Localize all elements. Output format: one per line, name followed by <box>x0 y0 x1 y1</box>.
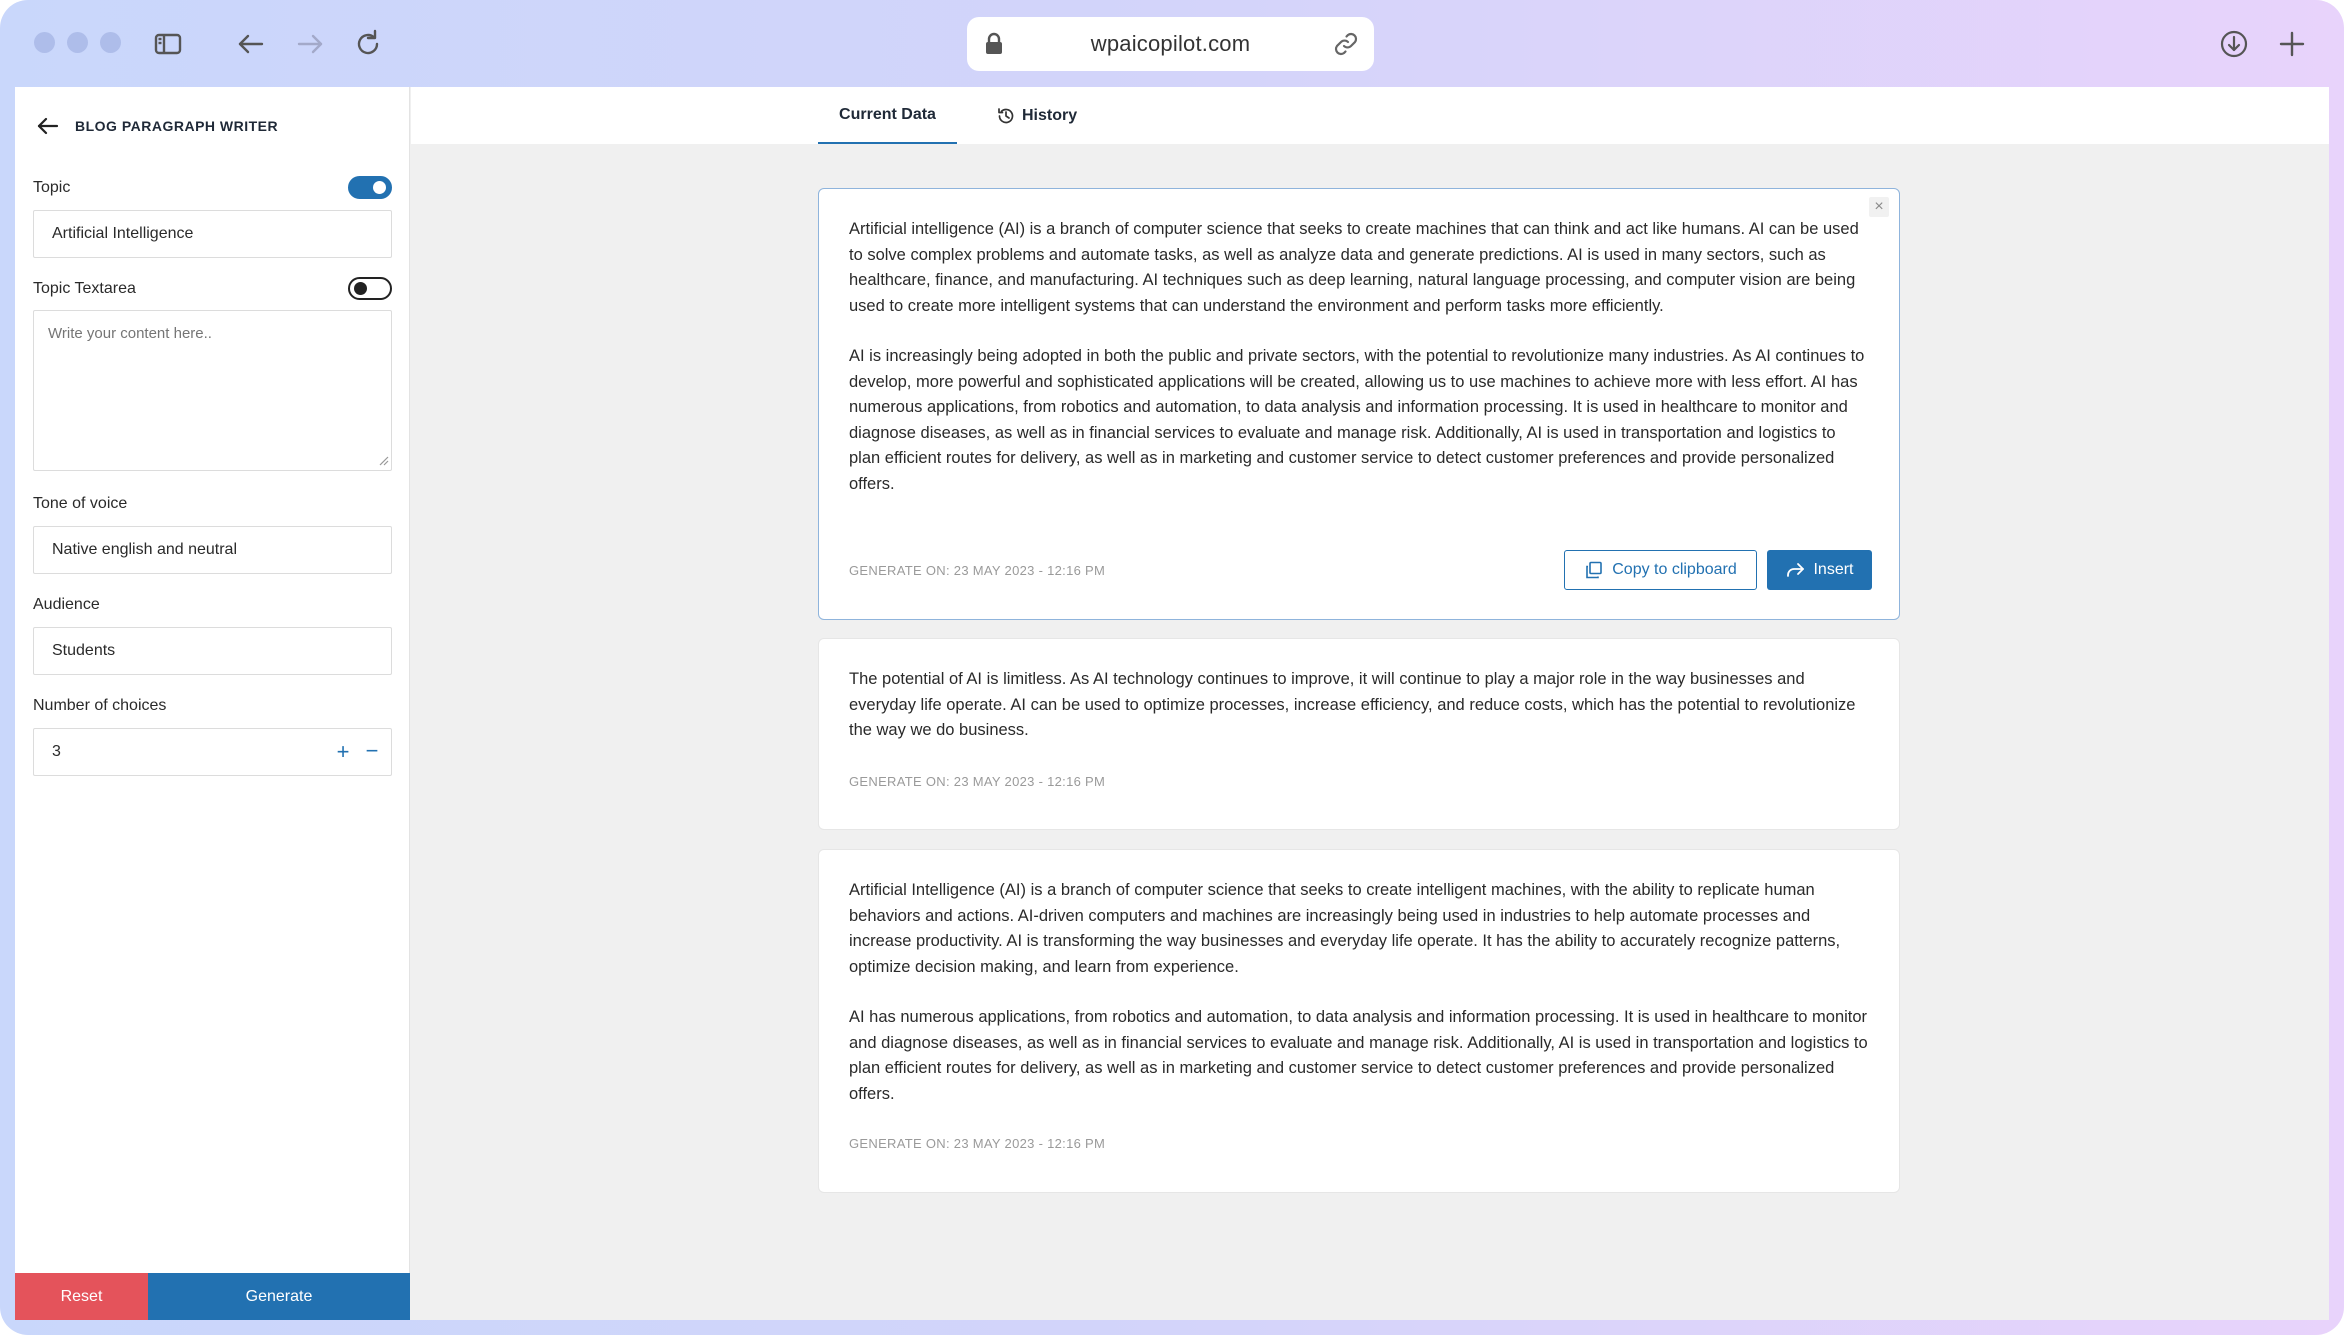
topic-label: Topic <box>33 179 71 196</box>
sidebar-icon[interactable] <box>148 24 188 64</box>
audience-input-value: Students <box>52 642 116 659</box>
tab-label: History <box>1022 106 1078 124</box>
address-bar[interactable]: wpaicopilot.com <box>967 17 1374 71</box>
toggle-knob <box>354 282 367 295</box>
topic-textarea-label: Topic Textarea <box>33 280 136 297</box>
minimize-window-button[interactable] <box>67 32 88 53</box>
decrement-button[interactable]: − <box>362 740 382 762</box>
generated-timestamp: GENERATE ON: 23 MAY 2023 - 12:16 PM <box>849 563 1106 578</box>
copy-icon <box>1586 561 1603 579</box>
tone-input-value: Native english and neutral <box>52 541 238 558</box>
generated-timestamp: GENERATE ON: 23 MAY 2023 - 12:16 PM <box>849 774 1106 789</box>
audience-input[interactable]: Students <box>33 627 392 675</box>
insert-button[interactable]: Insert <box>1767 550 1872 590</box>
result-card[interactable]: Artificial Intelligence (AI) is a branch… <box>818 849 1900 1193</box>
tab-label: Current Data <box>839 105 936 123</box>
generate-button[interactable]: Generate <box>148 1273 410 1320</box>
result-paragraph: AI is increasingly being adopted in both… <box>849 347 1865 493</box>
resize-grip-icon[interactable] <box>377 454 389 466</box>
reset-button[interactable]: Reset <box>15 1273 148 1320</box>
history-icon <box>998 107 1014 123</box>
result-paragraph: AI has numerous applications, from robot… <box>849 1008 1868 1103</box>
result-card[interactable]: × Artificial intelligence (AI) is a bran… <box>818 188 1900 620</box>
topic-textarea-toggle[interactable] <box>348 277 392 300</box>
maximize-window-button[interactable] <box>100 32 121 53</box>
forward-icon[interactable] <box>290 24 330 64</box>
window-controls <box>34 32 121 53</box>
close-icon[interactable]: × <box>1869 197 1889 217</box>
topic-input[interactable]: Artificial Intelligence <box>33 210 392 258</box>
url-text: wpaicopilot.com <box>1090 31 1251 56</box>
tone-input[interactable]: Native english and neutral <box>33 526 392 574</box>
generated-timestamp: GENERATE ON: 23 MAY 2023 - 12:16 PM <box>849 1136 1106 1151</box>
tabs-bar: Current Data History <box>411 87 2329 144</box>
topic-toggle[interactable] <box>348 176 392 199</box>
download-icon[interactable] <box>2214 24 2254 64</box>
result-card[interactable]: The potential of AI is limitless. As AI … <box>818 638 1900 830</box>
share-arrow-icon <box>1787 563 1805 577</box>
back-icon[interactable] <box>231 24 271 64</box>
tab-history[interactable]: History <box>996 87 1077 144</box>
browser-window: wpaicopilot.com BLOG PARAGRAPH WRITER To… <box>0 0 2344 1335</box>
tab-current-data[interactable]: Current Data <box>818 87 957 144</box>
result-text: The potential of AI is limitless. As AI … <box>819 667 1899 744</box>
back-arrow-icon[interactable] <box>35 113 61 139</box>
link-icon[interactable] <box>1332 30 1360 58</box>
choices-value: 3 <box>52 743 61 760</box>
result-paragraph: The potential of AI is limitless. As AI … <box>849 670 1856 739</box>
result-text: Artificial intelligence (AI) is a branch… <box>819 217 1899 497</box>
close-window-button[interactable] <box>34 32 55 53</box>
copy-label: Copy to clipboard <box>1612 561 1737 578</box>
topic-input-value: Artificial Intelligence <box>52 225 194 242</box>
increment-button[interactable]: + <box>333 741 353 763</box>
audience-label: Audience <box>33 596 100 613</box>
result-text: Artificial Intelligence (AI) is a branch… <box>819 878 1899 1107</box>
new-tab-plus-icon[interactable] <box>2272 24 2312 64</box>
toggle-knob <box>373 181 386 194</box>
tone-label: Tone of voice <box>33 495 128 512</box>
topic-textarea[interactable] <box>33 310 392 471</box>
tool-title: BLOG PARAGRAPH WRITER <box>75 118 279 134</box>
page-content: BLOG PARAGRAPH WRITER Topic Artificial I… <box>15 87 2329 1320</box>
sidebar-header: BLOG PARAGRAPH WRITER <box>35 113 278 139</box>
insert-label: Insert <box>1813 561 1854 578</box>
choices-label: Number of choices <box>33 697 167 714</box>
reload-icon[interactable] <box>348 24 388 64</box>
result-paragraph: Artificial intelligence (AI) is a branch… <box>849 220 1859 315</box>
lock-icon <box>986 32 1002 54</box>
settings-sidebar: BLOG PARAGRAPH WRITER Topic Artificial I… <box>15 87 410 1320</box>
copy-to-clipboard-button[interactable]: Copy to clipboard <box>1564 550 1757 590</box>
result-paragraph: Artificial Intelligence (AI) is a branch… <box>849 881 1841 976</box>
